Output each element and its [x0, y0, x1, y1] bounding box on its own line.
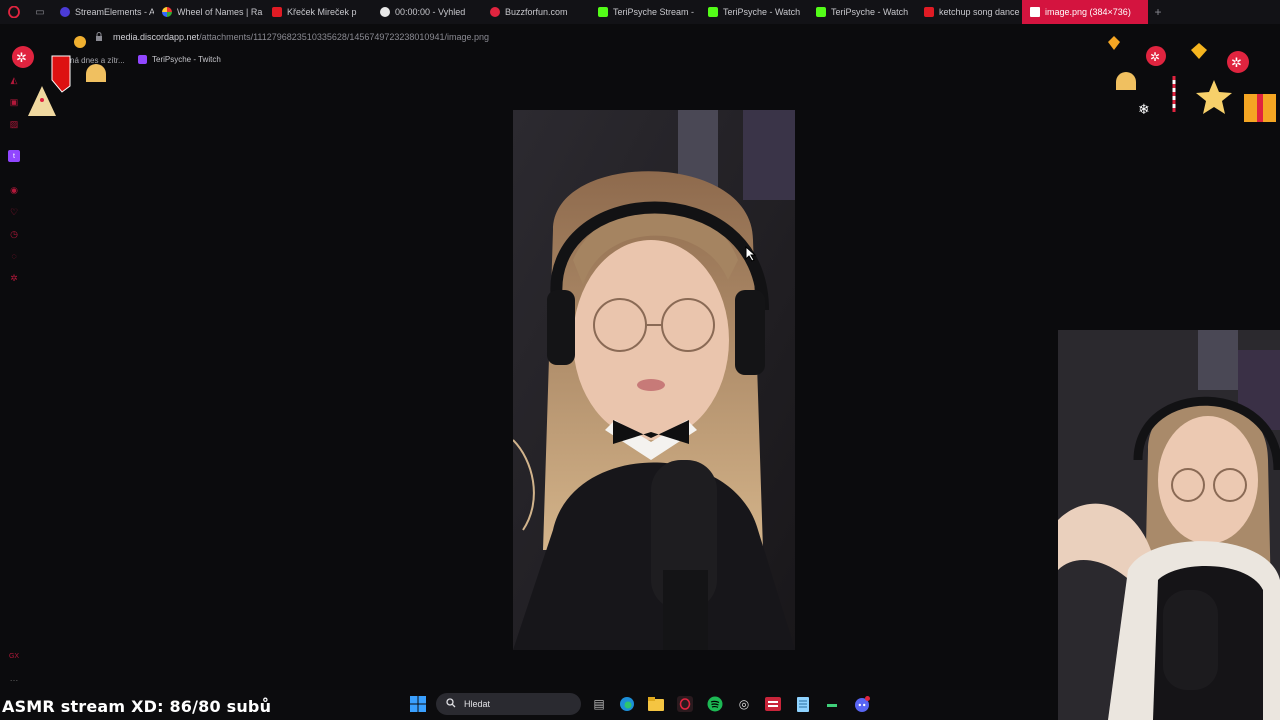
- svg-text:✲: ✲: [16, 50, 27, 65]
- tab[interactable]: TeriPsyche - Watch: [700, 0, 808, 24]
- svg-text:❄: ❄: [1138, 101, 1150, 117]
- tab-bar: ▭ StreamElements - Act Wheel of Names | …: [0, 0, 1280, 24]
- subscriber-goal-text: ASMR stream XD: 86/80 subů: [2, 697, 272, 716]
- search-label: Hledat: [464, 699, 491, 709]
- screen: ▭ StreamElements - Act Wheel of Names | …: [0, 0, 1280, 720]
- buzz-icon: [490, 7, 500, 17]
- tab[interactable]: TeriPsyche - Watch: [808, 0, 916, 24]
- christmas-decoration: ✲ ✲ ❄: [1108, 36, 1276, 122]
- history-icon[interactable]: ◷: [8, 228, 20, 240]
- address-bar[interactable]: media.discordapp.net/attachments/1112796…: [0, 26, 1280, 50]
- tab[interactable]: Křeček Mireček p: [264, 0, 372, 24]
- kick-icon: [816, 7, 826, 17]
- mouse-cursor-icon: [745, 246, 757, 262]
- file-explorer-icon[interactable]: [648, 696, 664, 712]
- youtube-icon: [272, 7, 282, 17]
- webcam-video: [1058, 330, 1280, 720]
- kick-icon: [708, 7, 718, 17]
- tab[interactable]: 00:00:00 - Vyhled: [372, 0, 482, 24]
- taskbar-search[interactable]: Hledat: [436, 693, 581, 715]
- webcam-overlay: [1058, 330, 1280, 720]
- streamlabs-icon[interactable]: [765, 696, 781, 712]
- bookmark[interactable]: TeriPsyche - Twitch: [138, 55, 221, 64]
- more-icon[interactable]: …: [8, 672, 20, 684]
- gx-icon[interactable]: GX: [8, 650, 20, 662]
- chat-icon[interactable]: ◌: [8, 250, 20, 262]
- tab[interactable]: TeriPsyche Stream -: [590, 0, 700, 24]
- notepad-icon[interactable]: [795, 696, 811, 712]
- sidebar: ◭ ▣ ▨ t ◉ ♡ ◷ ◌ ✲ GX …: [0, 70, 28, 690]
- obs-icon[interactable]: ◎: [736, 696, 752, 712]
- opera-logo-icon[interactable]: [0, 0, 28, 24]
- tab[interactable]: Buzzforfun.com: [482, 0, 590, 24]
- youtube-icon: [924, 7, 934, 17]
- url-path: /attachments/1112796823510335628/1456749…: [199, 32, 489, 42]
- file-icon: [1030, 7, 1040, 17]
- opera-gx-icon[interactable]: [677, 696, 693, 712]
- url-text[interactable]: media.discordapp.net/attachments/1112796…: [113, 32, 489, 42]
- streamelements-icon: [60, 7, 70, 17]
- twitch-icon[interactable]: t: [8, 150, 20, 162]
- edge-icon[interactable]: [619, 696, 635, 712]
- christmas-decoration: ✲: [12, 36, 106, 116]
- windows-start-icon[interactable]: [410, 696, 426, 712]
- image-viewer[interactable]: [513, 110, 795, 650]
- tab[interactable]: StreamElements - Act: [52, 0, 154, 24]
- spotify-icon[interactable]: [707, 696, 723, 712]
- tab[interactable]: ketchup song dance: [916, 0, 1022, 24]
- svg-text:✲: ✲: [1150, 50, 1160, 64]
- terminal-icon[interactable]: ▬: [824, 696, 840, 712]
- svg-text:✲: ✲: [1231, 55, 1242, 70]
- google-icon: [380, 7, 390, 17]
- stream-screenshot-image: [513, 110, 795, 650]
- twitch-icon: [138, 55, 147, 64]
- search-icon: [446, 698, 456, 710]
- player-icon[interactable]: ◉: [8, 184, 20, 196]
- discord-icon[interactable]: [854, 696, 870, 712]
- wheel-icon: [162, 7, 172, 17]
- task-view-icon[interactable]: ▤: [591, 696, 607, 712]
- heart-icon[interactable]: ♡: [8, 206, 20, 218]
- tab[interactable]: Wheel of Names | Ra: [154, 0, 264, 24]
- new-tab-button[interactable]: +: [1148, 5, 1168, 19]
- kick-icon: [598, 7, 608, 17]
- tab-active[interactable]: image.png (384×736): [1022, 0, 1148, 24]
- settings-icon[interactable]: ✲: [8, 272, 20, 284]
- tab-menu-icon[interactable]: ▭: [28, 0, 52, 24]
